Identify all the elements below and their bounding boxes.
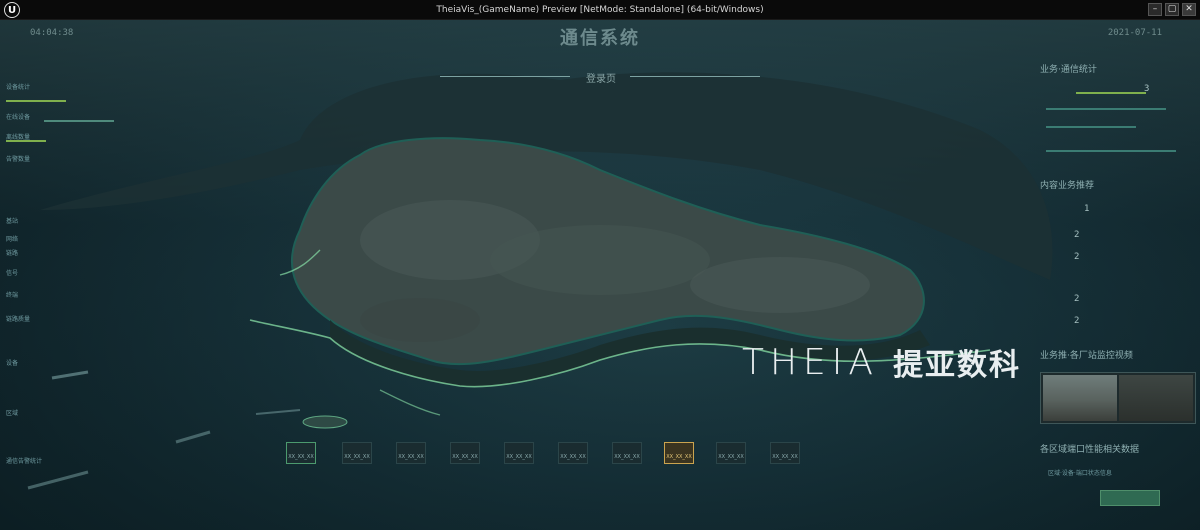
stat-bar [1076, 92, 1146, 94]
maximize-button[interactable]: ▢ [1165, 3, 1179, 16]
terrain-patch [360, 298, 480, 342]
region-button[interactable]: XX_XX_XX [450, 442, 480, 464]
subtab-label: 登录页 [586, 74, 616, 85]
left-row-label: 区域 [6, 410, 19, 417]
minimize-button[interactable]: – [1148, 3, 1162, 16]
left-row-label: 网络 [6, 236, 19, 243]
section-detail: 区域·设备·端口状态信息 [1048, 470, 1112, 477]
map-marker-line [255, 409, 301, 415]
subtab-login[interactable]: 登录页 [440, 70, 760, 85]
stat-value: 2 [1074, 316, 1080, 326]
monitoring-video-strip[interactable] [1040, 372, 1196, 424]
section-title: 业务推·各厂站监控视频 [1040, 351, 1133, 361]
window-titlebar: U TheiaVis_(GameName) Preview [NetMode: … [0, 0, 1200, 20]
theia-watermark: THEIA 提亚数科 [742, 340, 1021, 384]
unreal-engine-logo-icon: U [4, 2, 20, 18]
left-row-label: 告警数量 [6, 156, 31, 163]
stat-bar [1046, 108, 1166, 110]
stat-bar [1046, 150, 1176, 152]
section-title: 各区域端口性能相关数据 [1040, 445, 1140, 455]
left-row-label: 基站 [6, 218, 19, 225]
right-stats-panel: 业务·通信统计 3 内容业务推荐 1 2 2 2 2 业务推·各厂站监控视频 各… [1036, 58, 1196, 528]
current-date: 2021-07-11 [1107, 28, 1162, 38]
region-button[interactable]: XX_XX_XX [396, 442, 426, 464]
subtab-divider [440, 76, 570, 77]
left-row-label: 通信告警统计 [6, 458, 43, 465]
region-button[interactable]: XX_XX_XX [612, 442, 642, 464]
status-indicator [1100, 490, 1160, 506]
window-controls: – ▢ ✕ [1148, 3, 1196, 16]
video-thumbnail[interactable] [1119, 375, 1193, 421]
left-row-label: 信号 [6, 270, 19, 277]
map-marker-line [175, 430, 211, 444]
left-row-label: 链路质量 [6, 316, 31, 323]
left-row-label: 在线设备 [6, 114, 31, 121]
left-stats-panel: 设备统计 在线设备 离线数量 告警数量 基站 网络 链路 信号 终端 链路质量 … [4, 62, 134, 502]
theia-logo: THEIA [742, 341, 880, 383]
game-viewport[interactable]: 04:04:38 通信系统 2021-07-11 登录页 设备统计 在线设备 离… [0, 20, 1200, 530]
clock-time: 04:04:38 [30, 28, 74, 38]
island [302, 415, 348, 429]
left-row-label: 终端 [6, 292, 19, 299]
stat-bar [1046, 126, 1136, 128]
region-button-active[interactable]: XX_XX_XX [664, 442, 694, 464]
stat-value: 1 [1084, 204, 1090, 214]
region-button[interactable]: XX_XX_XX [558, 442, 588, 464]
stat-bar [6, 140, 46, 142]
video-thumbnail[interactable] [1043, 375, 1117, 421]
terrain-patch [690, 257, 870, 313]
section-title: 业务·通信统计 [1040, 65, 1097, 75]
region-button[interactable]: XX_XX_XX [342, 442, 372, 464]
section-title: 内容业务推荐 [1040, 181, 1095, 191]
coastline-glow [379, 389, 441, 416]
region-button[interactable]: XX_XX_XX [770, 442, 800, 464]
close-button[interactable]: ✕ [1182, 3, 1196, 16]
stat-value: 3 [1144, 84, 1150, 94]
stat-value: 2 [1074, 294, 1080, 304]
page-title: 通信系统 [560, 28, 640, 49]
window-title: TheiaVis_(GameName) Preview [NetMode: St… [436, 4, 764, 15]
stat-value: 2 [1074, 252, 1080, 262]
region-button[interactable]: XX_XX_XX [286, 442, 316, 464]
left-row-label: 设备 [6, 360, 19, 367]
subtab-divider [630, 76, 760, 77]
stat-bar [44, 120, 114, 122]
region-button[interactable]: XX_XX_XX [504, 442, 534, 464]
terrain-patch [490, 225, 710, 295]
brand-name: 提亚数科 [893, 348, 1022, 383]
bottom-button-row: XX_XX_XX XX_XX_XX XX_XX_XX XX_XX_XX XX_X… [286, 442, 856, 478]
left-row-label: 设备统计 [6, 84, 31, 91]
stat-bar [6, 100, 66, 102]
region-button[interactable]: XX_XX_XX [716, 442, 746, 464]
stat-value: 2 [1074, 230, 1080, 240]
left-row-label: 链路 [6, 250, 19, 257]
